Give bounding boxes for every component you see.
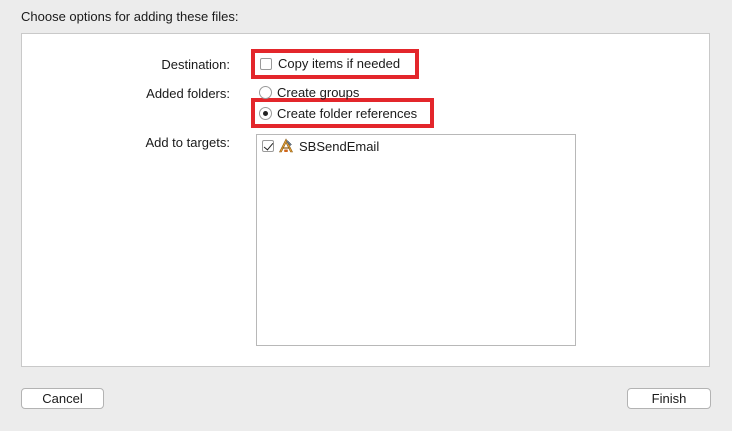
added-folders-label: Added folders:: [146, 86, 230, 101]
create-groups-label: Create groups: [277, 85, 360, 100]
target-checkbox[interactable]: [262, 140, 274, 152]
targets-list[interactable]: SBSendEmail: [256, 134, 576, 346]
copy-items-label: Copy items if needed: [278, 56, 401, 71]
copy-items-checkbox[interactable]: [260, 57, 272, 70]
create-folder-references-label: Create folder references: [277, 106, 418, 121]
options-panel: Destination: Added folders: Add to targe…: [21, 33, 710, 367]
cancel-button[interactable]: Cancel: [21, 388, 104, 409]
finish-button[interactable]: Finish: [627, 388, 711, 409]
copy-items-checkbox-option[interactable]: Copy items if needed: [260, 56, 400, 71]
create-groups-radio[interactable]: [259, 86, 272, 99]
target-name: SBSendEmail: [299, 138, 380, 154]
create-folder-references-radio-option[interactable]: Create folder references: [259, 106, 417, 121]
create-folder-references-radio[interactable]: [259, 107, 272, 120]
create-groups-radio-option[interactable]: Create groups: [259, 85, 359, 100]
xcode-app-icon: [279, 138, 293, 153]
destination-label: Destination:: [161, 57, 230, 72]
target-row[interactable]: SBSendEmail: [262, 138, 379, 154]
dialog-title: Choose options for adding these files:: [21, 9, 239, 24]
add-to-targets-label: Add to targets:: [145, 135, 230, 150]
